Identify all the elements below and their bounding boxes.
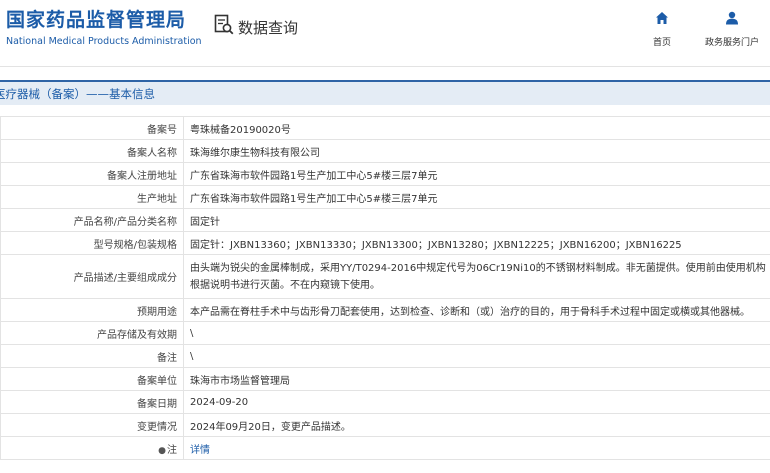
note-label: 注 — [167, 444, 177, 456]
table-row: 备案人名称 珠海维尔康生物科技有限公司 — [0, 139, 770, 163]
nav-home[interactable]: 首页 — [649, 10, 675, 48]
row-value: 固定针 — [183, 208, 770, 232]
row-label: 型号规格/包装规格 — [0, 231, 184, 255]
data-query-label: 数据查询 — [238, 18, 299, 37]
table-row: 变更情况 2024年09月20日，变更产品描述。 — [0, 413, 770, 437]
row-label: 产品名称/产品分类名称 — [0, 208, 184, 232]
row-label: 备案人名称 — [0, 139, 184, 163]
row-value: \ — [183, 344, 770, 368]
table-row: 生产地址 广东省珠海市软件园路1号生产加工中心5#楼三层7单元 — [0, 185, 770, 209]
row-label: 产品存储及有效期 — [0, 321, 184, 345]
row-label: 备案号 — [0, 116, 184, 140]
row-value: 珠海市市场监督管理局 — [183, 367, 770, 391]
row-value: 2024年09月20日，变更产品描述。 — [183, 413, 770, 437]
row-value: 粤珠械备20190020号 — [183, 116, 770, 140]
nav-service-portal-label: 政务服务门户 — [704, 38, 759, 48]
nav-service-portal[interactable]: 政务服务门户 — [700, 10, 764, 48]
site-logo[interactable]: 国家药品监督管理局 National Medical Products Admi… — [6, 9, 202, 47]
table-row: 产品名称/产品分类名称 固定针 — [0, 208, 770, 232]
details-link[interactable]: 详情 — [190, 445, 210, 456]
table-row: 型号规格/包装规格 固定针：JXBN13360；JXBN13330；JXBN13… — [0, 231, 770, 255]
home-icon — [655, 10, 669, 29]
row-label: 变更情况 — [0, 413, 184, 437]
row-label: 备案单位 — [0, 367, 184, 391]
table-row: 产品描述/主要组成成分 由头端为锐尖的金属棒制成，采用YY/T0294-2016… — [0, 254, 770, 299]
row-value: 详情 — [183, 436, 770, 460]
record-info-table: 备案号 粤珠械备20190020号 备案人名称 珠海维尔康生物科技有限公司 备案… — [0, 116, 770, 460]
table-row: 预期用途 本产品需在脊柱手术中与齿形骨刀配套使用，达到检查、诊断和（或）治疗的目… — [0, 298, 770, 322]
table-row: ●注 详情 — [0, 436, 770, 460]
table-row: 产品存储及有效期 \ — [0, 321, 770, 345]
user-icon — [725, 10, 739, 29]
row-value: 珠海维尔康生物科技有限公司 — [183, 139, 770, 163]
row-value: 2024-09-20 — [183, 390, 770, 414]
row-label: 产品描述/主要组成成分 — [0, 254, 184, 299]
location-pin-icon: ● — [158, 445, 166, 456]
row-label: 备案日期 — [0, 390, 184, 414]
row-label: 备案人注册地址 — [0, 162, 184, 186]
site-header: 国家药品监督管理局 National Medical Products Admi… — [0, 0, 770, 67]
page-title-bar: 医疗器械（备案）——基本信息 — [0, 80, 770, 105]
page-title: 医疗器械（备案）——基本信息 — [0, 87, 155, 101]
row-label: 生产地址 — [0, 185, 184, 209]
row-label: 预期用途 — [0, 298, 184, 322]
table-row: 备案人注册地址 广东省珠海市软件园路1号生产加工中心5#楼三层7单元 — [0, 162, 770, 186]
table-row: 备案单位 珠海市市场监督管理局 — [0, 367, 770, 391]
nav-home-label: 首页 — [652, 38, 671, 48]
table-row: 备案日期 2024-09-20 — [0, 390, 770, 414]
logo-chinese-name: 国家药品监督管理局 — [6, 9, 187, 31]
row-value: 本产品需在脊柱手术中与齿形骨刀配套使用，达到检查、诊断和（或）治疗的目的，用于骨… — [183, 298, 770, 322]
row-value: 广东省珠海市软件园路1号生产加工中心5#楼三层7单元 — [183, 185, 770, 209]
row-label: ●注 — [0, 436, 184, 460]
row-value: 广东省珠海市软件园路1号生产加工中心5#楼三层7单元 — [183, 162, 770, 186]
row-value: 固定针：JXBN13360；JXBN13330；JXBN13300；JXBN13… — [183, 231, 770, 255]
row-value: 由头端为锐尖的金属棒制成，采用YY/T0294-2016中规定代号为06Cr19… — [183, 254, 770, 299]
table-row: 备案号 粤珠械备20190020号 — [0, 116, 770, 140]
data-query-heading: 数据查询 — [214, 14, 298, 40]
logo-english-name: National Medical Products Administration — [6, 36, 202, 47]
row-label: 备注 — [0, 344, 184, 368]
row-value: \ — [183, 321, 770, 345]
table-row: 备注 \ — [0, 344, 770, 368]
document-search-icon — [214, 14, 234, 40]
